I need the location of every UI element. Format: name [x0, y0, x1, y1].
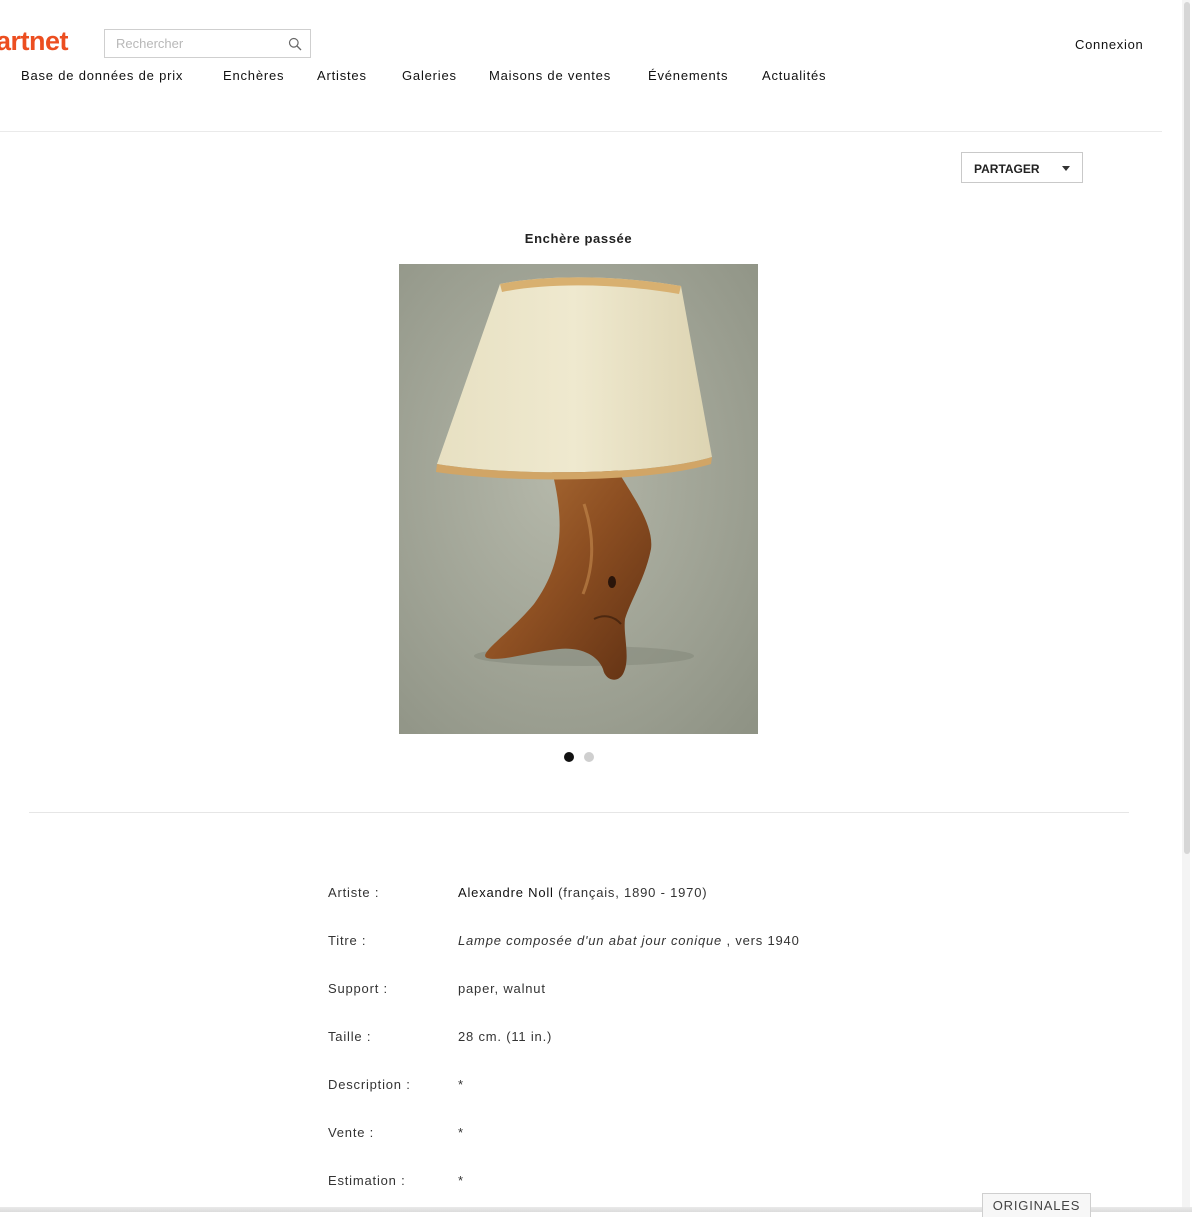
- detail-key: Titre :: [328, 933, 367, 948]
- detail-key: Support :: [328, 981, 388, 996]
- header-divider: [0, 131, 1162, 132]
- lot-image[interactable]: [399, 264, 758, 734]
- share-label: PARTAGER: [974, 162, 1040, 176]
- nav-item-events[interactable]: Événements: [648, 68, 728, 83]
- lot-status: Enchère passée: [524, 231, 633, 246]
- artnet-logo[interactable]: artnet: [0, 26, 69, 57]
- detail-value: *: [458, 1077, 464, 1092]
- detail-value: Lampe composée d'un abat jour conique , …: [458, 933, 800, 948]
- detail-value: *: [458, 1125, 464, 1140]
- nav-item-auction-houses[interactable]: Maisons de ventes: [489, 68, 611, 83]
- detail-key: Description :: [328, 1077, 411, 1092]
- search-box[interactable]: [104, 29, 311, 58]
- login-link[interactable]: Connexion: [1075, 37, 1143, 52]
- artwork-date: , vers 1940: [722, 933, 800, 948]
- detail-key: Vente :: [328, 1125, 375, 1140]
- artist-link[interactable]: Alexandre Noll: [458, 885, 554, 900]
- share-dropdown[interactable]: PARTAGER: [961, 152, 1083, 183]
- detail-key: Estimation :: [328, 1173, 406, 1188]
- detail-value: Alexandre Noll (français, 1890 - 1970): [458, 885, 707, 900]
- search-input[interactable]: [116, 30, 276, 57]
- section-divider: [29, 812, 1129, 813]
- carousel-dot-2[interactable]: [584, 752, 594, 762]
- detail-value: 28 cm. (11 in.): [458, 1029, 553, 1044]
- caret-down-icon: [1062, 166, 1070, 171]
- search-icon[interactable]: [288, 37, 302, 51]
- detail-key: Taille :: [328, 1029, 372, 1044]
- artist-info: (français, 1890 - 1970): [553, 885, 708, 900]
- nav-item-galleries[interactable]: Galeries: [402, 68, 457, 83]
- nav-item-auctions[interactable]: Enchères: [223, 68, 284, 83]
- nav-item-price-database[interactable]: Base de données de prix: [21, 68, 183, 83]
- detail-value: paper, walnut: [458, 981, 546, 996]
- artwork-title: Lampe composée d'un abat jour conique: [458, 933, 723, 948]
- detail-key: Artiste :: [328, 885, 380, 900]
- originales-tab[interactable]: ORIGINALES: [982, 1193, 1091, 1217]
- nav-item-artists[interactable]: Artistes: [317, 68, 367, 83]
- carousel-dot-1[interactable]: [564, 752, 574, 762]
- scrollbar-thumb[interactable]: [1184, 2, 1190, 854]
- detail-value: *: [458, 1173, 464, 1188]
- nav-item-news[interactable]: Actualités: [762, 68, 826, 83]
